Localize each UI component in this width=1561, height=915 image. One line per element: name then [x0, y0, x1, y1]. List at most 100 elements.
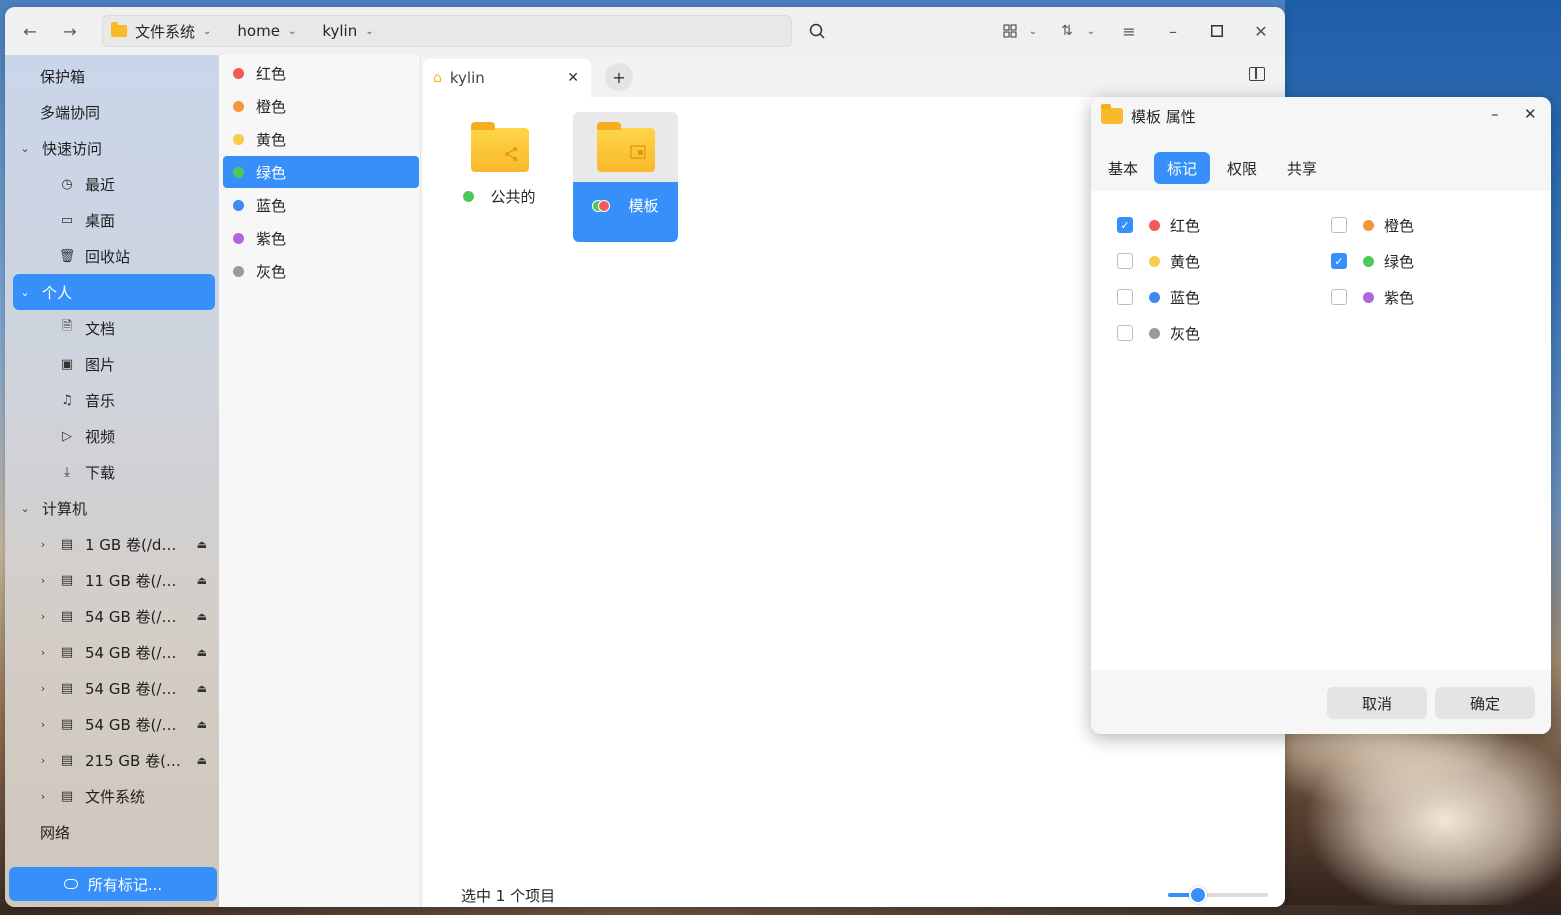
tag-option-red[interactable]: ✓ 红色	[1117, 215, 1200, 235]
sidebar-item-personal[interactable]: ⌄ 个人	[13, 274, 215, 310]
sidebar-item-downloads[interactable]: ⤓ 下载	[13, 454, 215, 490]
chevron-right-icon[interactable]: ›	[33, 574, 53, 587]
all-tags-button[interactable]: 所有标记...	[9, 867, 217, 901]
clock-icon: ◷	[61, 176, 73, 192]
home-icon: ⌂	[433, 70, 442, 86]
chevron-right-icon[interactable]: ›	[33, 646, 53, 659]
checkbox[interactable]	[1117, 289, 1133, 305]
menu-icon[interactable]: ≡	[1114, 16, 1144, 46]
sidebar-item-filesystem[interactable]: › ▤ 文件系统	[13, 778, 215, 814]
tag-item-orange[interactable]: 橙色	[223, 90, 419, 122]
eject-icon[interactable]: ⏏	[197, 610, 207, 623]
sidebar-item-quick-access[interactable]: ⌄ 快速访问	[13, 130, 215, 166]
eject-icon[interactable]: ⏏	[197, 682, 207, 695]
image-icon: ▣	[60, 356, 74, 372]
sidebar-item-multi-device[interactable]: 多端协同	[13, 94, 215, 130]
sidebar-item-trash[interactable]: 🗑 回收站	[13, 238, 215, 274]
preview-pane-icon[interactable]	[1249, 67, 1265, 81]
sidebar-item-volume[interactable]: › ▤ 215 GB 卷(… ⏏	[13, 742, 215, 778]
checkbox[interactable]	[1117, 325, 1133, 341]
sidebar-item-volume[interactable]: › ▤ 54 GB 卷(/… ⏏	[13, 670, 215, 706]
tag-option-blue[interactable]: 蓝色	[1117, 287, 1200, 307]
tag-option-gray[interactable]: 灰色	[1117, 323, 1200, 343]
add-tab-button[interactable]: +	[605, 63, 633, 91]
search-icon[interactable]	[802, 16, 832, 46]
sidebar-item-volume[interactable]: › ▤ 54 GB 卷(/… ⏏	[13, 634, 215, 670]
cancel-button[interactable]: 取消	[1327, 687, 1427, 719]
zoom-slider[interactable]	[1168, 886, 1268, 904]
tag-item-purple[interactable]: 紫色	[223, 222, 419, 254]
breadcrumb[interactable]: 文件系统 ⌄ home ⌄ kylin ⌄	[102, 15, 792, 47]
eject-icon[interactable]: ⏏	[197, 538, 207, 551]
chevron-down-icon[interactable]: ⌄	[15, 502, 35, 515]
chevron-right-icon[interactable]: ›	[33, 718, 53, 731]
checkbox[interactable]: ✓	[1331, 253, 1347, 269]
close-icon[interactable]: ✕	[1246, 16, 1276, 46]
sidebar-item-volume[interactable]: › ▤ 11 GB 卷(/… ⏏	[13, 562, 215, 598]
chevron-right-icon[interactable]: ›	[33, 538, 53, 551]
tab-kylin[interactable]: ⌂ kylin ✕	[423, 59, 591, 97]
tag-option-purple[interactable]: 紫色	[1331, 287, 1414, 307]
sidebar-item-recent[interactable]: ◷ 最近	[13, 166, 215, 202]
tab-basic[interactable]: 基本	[1095, 152, 1151, 184]
tag-item-red[interactable]: 红色	[223, 57, 419, 89]
tag-color-dot	[233, 265, 244, 277]
tag-option-orange[interactable]: 橙色	[1331, 215, 1414, 235]
chevron-down-icon[interactable]: ⌄	[365, 26, 373, 37]
tag-option-yellow[interactable]: 黄色	[1117, 251, 1200, 271]
chevron-down-icon[interactable]: ⌄	[15, 286, 35, 299]
breadcrumb-item-kylin[interactable]: kylin ⌄	[314, 22, 381, 40]
chevron-down-icon[interactable]: ⌄	[15, 142, 35, 155]
breadcrumb-item-filesystem[interactable]: 文件系统 ⌄	[103, 21, 219, 42]
zoom-slider-handle[interactable]	[1189, 886, 1207, 904]
close-tab-icon[interactable]: ✕	[567, 70, 579, 86]
eject-icon[interactable]: ⏏	[197, 754, 207, 767]
sidebar-item-music[interactable]: ♫ 音乐	[13, 382, 215, 418]
maximize-icon[interactable]	[1202, 16, 1232, 46]
sidebar-item-vault[interactable]: 保护箱	[13, 58, 215, 94]
tag-item-green[interactable]: 绿色	[223, 156, 419, 188]
tag-item-yellow[interactable]: 黄色	[223, 123, 419, 155]
ok-button[interactable]: 确定	[1435, 687, 1535, 719]
drive-icon: ▤	[60, 752, 74, 768]
status-text: 选中 1 个项目	[461, 887, 556, 905]
eject-icon[interactable]: ⏏	[197, 574, 207, 587]
tag-option-green[interactable]: ✓ 绿色	[1331, 251, 1414, 271]
chevron-down-icon[interactable]: ⌄	[288, 26, 296, 37]
checkbox[interactable]	[1117, 253, 1133, 269]
tag-item-gray[interactable]: 灰色	[223, 255, 419, 287]
file-item-templates[interactable]: 模板	[573, 112, 678, 242]
checkbox[interactable]: ✓	[1117, 217, 1133, 233]
forward-icon[interactable]: →	[55, 16, 85, 46]
chevron-down-icon[interactable]: ⌄	[203, 26, 211, 37]
eject-icon[interactable]: ⏏	[197, 646, 207, 659]
tag-item-blue[interactable]: 蓝色	[223, 189, 419, 221]
checkbox[interactable]	[1331, 289, 1347, 305]
eject-icon[interactable]: ⏏	[197, 718, 207, 731]
tab-tags[interactable]: 标记	[1154, 152, 1210, 184]
back-icon[interactable]: ←	[15, 16, 45, 46]
checkbox[interactable]	[1331, 217, 1347, 233]
chevron-right-icon[interactable]: ›	[33, 682, 53, 695]
sidebar-item-network[interactable]: 网络	[13, 814, 215, 850]
sidebar-item-volume[interactable]: › ▤ 1 GB 卷(/d… ⏏	[13, 526, 215, 562]
sidebar-item-pictures[interactable]: ▣ 图片	[13, 346, 215, 382]
breadcrumb-item-home[interactable]: home ⌄	[229, 22, 304, 40]
sidebar-item-volume[interactable]: › ▤ 54 GB 卷(/… ⏏	[13, 706, 215, 742]
minimize-icon[interactable]: –	[1158, 16, 1188, 46]
sidebar-item-desktop[interactable]: ▭ 桌面	[13, 202, 215, 238]
chevron-right-icon[interactable]: ›	[33, 610, 53, 623]
tab-share[interactable]: 共享	[1274, 152, 1330, 184]
sidebar-item-volume[interactable]: › ▤ 54 GB 卷(/… ⏏	[13, 598, 215, 634]
chevron-right-icon[interactable]: ›	[33, 790, 53, 803]
file-item-public[interactable]: 公共的	[447, 112, 552, 242]
chevron-down-icon[interactable]: ⌄	[1018, 16, 1048, 46]
chevron-down-icon[interactable]: ⌄	[1076, 16, 1106, 46]
sidebar-item-videos[interactable]: ▷ 视频	[13, 418, 215, 454]
sidebar-item-computer[interactable]: ⌄ 计算机	[13, 490, 215, 526]
minimize-icon[interactable]: –	[1491, 105, 1499, 123]
tab-permissions[interactable]: 权限	[1214, 152, 1270, 184]
close-icon[interactable]: ✕	[1524, 105, 1537, 123]
sidebar-item-documents[interactable]: 🗎 文档	[13, 310, 215, 346]
chevron-right-icon[interactable]: ›	[33, 754, 53, 767]
